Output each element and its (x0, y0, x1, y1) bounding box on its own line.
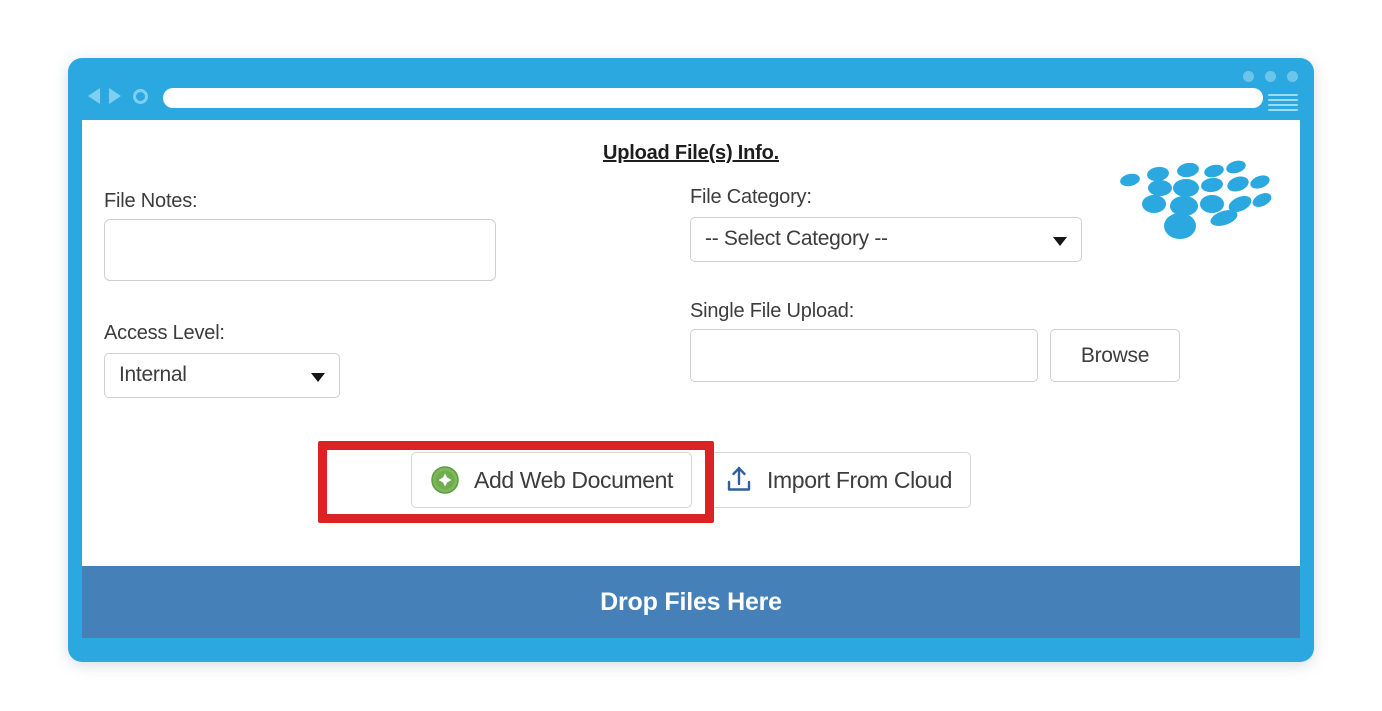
file-notes-label: File Notes: (104, 190, 198, 212)
single-file-upload-field: Single File Upload: Browse (690, 300, 1250, 382)
single-file-upload-label: Single File Upload: (690, 300, 855, 322)
file-category-value: -- Select Category -- (705, 227, 888, 250)
window-dot (1265, 71, 1276, 82)
file-notes-input[interactable] (104, 219, 496, 281)
menu-line (1268, 109, 1298, 111)
chevron-down-icon (1053, 236, 1067, 246)
add-web-document-label: Add Web Document (474, 466, 674, 493)
browser-nav-controls (88, 88, 148, 104)
file-notes-field: File Notes: (104, 190, 664, 286)
window-dots (1243, 71, 1298, 82)
forward-icon[interactable] (109, 88, 121, 104)
upload-form-area: Upload File(s) Info. File Notes: Access … (82, 120, 1300, 566)
back-icon[interactable] (88, 88, 100, 104)
address-bar-input[interactable] (163, 88, 1263, 108)
form-column-left: File Notes: Access Level: Internal (104, 190, 664, 428)
import-from-cloud-label: Import From Cloud (767, 466, 952, 493)
single-file-upload-row: Browse (690, 329, 1250, 382)
access-level-value: Internal (119, 363, 187, 386)
browser-window: Upload File(s) Info. File Notes: Access … (68, 58, 1314, 662)
drop-files-zone[interactable]: Drop Files Here (82, 566, 1300, 638)
access-level-select[interactable]: Internal (104, 353, 340, 398)
single-file-path-input[interactable] (690, 329, 1038, 382)
menu-line (1268, 104, 1298, 106)
page-content: Upload File(s) Info. File Notes: Access … (82, 120, 1300, 638)
menu-line (1268, 99, 1298, 101)
upload-tray-icon (727, 466, 751, 491)
add-web-document-button[interactable]: Add Web Document (411, 452, 693, 508)
hamburger-menu-icon[interactable] (1268, 94, 1298, 111)
window-dot (1287, 71, 1298, 82)
file-category-field: File Category: -- Select Category -- (690, 186, 1250, 262)
action-button-row: Add Web Document Import From Cloud (82, 452, 1300, 508)
menu-line (1268, 94, 1298, 96)
form-column-right: File Category: -- Select Category -- Sin… (690, 186, 1250, 412)
access-level-field: Access Level: Internal (104, 322, 664, 398)
green-plus-circle-icon (431, 466, 459, 494)
window-dot (1243, 71, 1254, 82)
file-category-label: File Category: (690, 186, 812, 208)
browse-button[interactable]: Browse (1050, 329, 1180, 382)
file-category-select[interactable]: -- Select Category -- (690, 217, 1082, 262)
chevron-down-icon (311, 372, 325, 382)
reload-icon[interactable] (133, 88, 148, 104)
browser-chrome-bar (68, 58, 1314, 120)
drop-files-label: Drop Files Here (600, 587, 782, 616)
import-from-cloud-button[interactable]: Import From Cloud (706, 452, 971, 508)
access-level-label: Access Level: (104, 322, 225, 344)
